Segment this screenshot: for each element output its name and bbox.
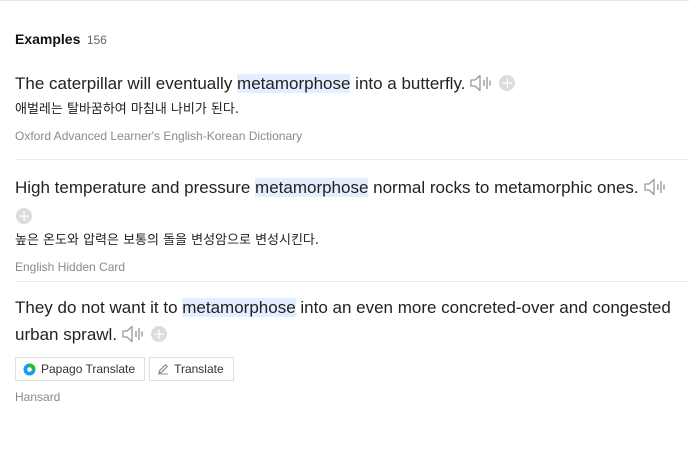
- highlighted-word[interactable]: metamorphose: [182, 298, 296, 317]
- example-translation: 애벌레는 탈바꿈하여 마침내 나비가 된다.: [15, 102, 239, 117]
- sentence-text: normal rocks to metamorphic ones.: [368, 178, 639, 197]
- example-source[interactable]: English Hidden Card: [15, 260, 689, 274]
- divider: [15, 281, 689, 282]
- papago-logo-icon: [23, 363, 36, 375]
- top-border: [0, 0, 689, 1]
- plus-circle-icon[interactable]: +: [151, 325, 168, 342]
- speaker-icon[interactable]: [643, 177, 667, 197]
- pen-icon: [158, 364, 169, 375]
- papago-translate-button[interactable]: Papago Translate: [15, 357, 146, 381]
- divider: [15, 159, 689, 160]
- highlighted-word[interactable]: metamorphose: [237, 74, 351, 93]
- plus-circle-icon[interactable]: +: [499, 74, 516, 91]
- speaker-icon[interactable]: [469, 73, 493, 93]
- example-item: High temperature and pressure metamorpho…: [15, 174, 689, 274]
- speaker-icon[interactable]: [121, 324, 145, 344]
- example-item: The caterpillar will eventually metamorp…: [15, 70, 689, 143]
- translate-button[interactable]: Translate: [149, 357, 234, 381]
- sentence-text: They do not want it to: [15, 298, 183, 317]
- translate-label: Translate: [174, 362, 224, 376]
- plus-circle-icon[interactable]: +: [16, 207, 32, 224]
- example-sentence: They do not want it to metamorphose into…: [15, 294, 689, 348]
- example-sentence: The caterpillar will eventually metamorp…: [15, 70, 689, 97]
- papago-translate-label: Papago Translate: [41, 362, 136, 376]
- example-sentence: High temperature and pressure metamorpho…: [15, 174, 689, 228]
- translate-buttons: Papago Translate Translate: [15, 357, 689, 381]
- example-translation: 높은 온도와 압력은 보통의 돌을 변성암으로 변성시킨다.: [15, 233, 320, 248]
- example-source[interactable]: Oxford Advanced Learner's English-Korean…: [15, 129, 689, 143]
- examples-header: Examples 156: [15, 31, 107, 49]
- example-source[interactable]: Hansard: [15, 390, 689, 404]
- example-item: They do not want it to metamorphose into…: [15, 294, 689, 404]
- sentence-text: into a butterfly.: [350, 74, 466, 93]
- examples-count: 156: [86, 33, 107, 47]
- examples-title: Examples: [15, 31, 81, 47]
- sentence-text: The caterpillar will eventually: [15, 74, 238, 93]
- highlighted-word[interactable]: metamorphose: [255, 178, 369, 197]
- sentence-text: High temperature and pressure: [15, 178, 256, 197]
